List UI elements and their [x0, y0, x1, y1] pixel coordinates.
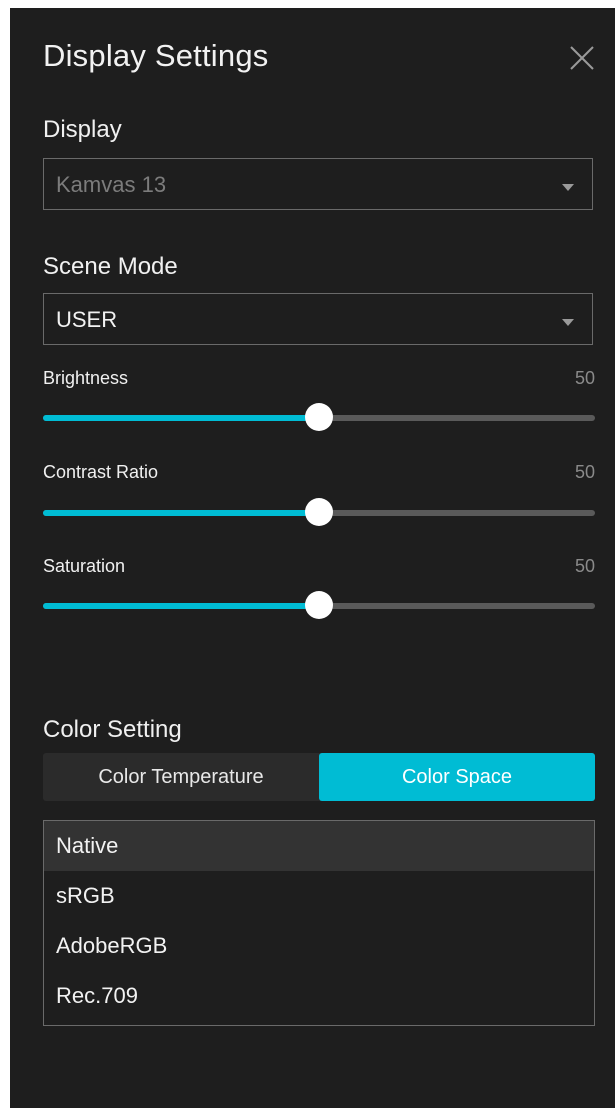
contrast-ratio-slider-fill [43, 510, 319, 516]
panel-title: Display Settings [43, 38, 269, 73]
saturation-slider-fill [43, 603, 319, 609]
display-select[interactable]: Kamvas 13 [43, 158, 593, 210]
saturation-slider-thumb[interactable] [305, 591, 333, 619]
color-space-option-adobergb[interactable]: AdobeRGB [44, 921, 594, 971]
display-label: Display [43, 116, 122, 143]
saturation-label: Saturation [43, 556, 126, 576]
saturation-slider[interactable] [43, 591, 595, 619]
color-space-option-rec709[interactable]: Rec.709 [44, 971, 594, 1021]
color-setting-label: Color Setting [43, 716, 182, 743]
display-select-value: Kamvas 13 [56, 172, 167, 197]
contrast-ratio-label: Contrast Ratio [43, 462, 159, 482]
saturation-value: 50 [574, 556, 595, 576]
display-settings-panel: Display Settings Display Kamvas 13 Scene… [10, 8, 615, 1108]
brightness-slider[interactable] [43, 403, 595, 431]
close-icon[interactable] [568, 44, 596, 72]
scene-mode-label: Scene Mode [43, 253, 178, 280]
brightness-label: Brightness [43, 368, 129, 388]
scene-mode-select-value: USER [56, 307, 118, 332]
color-space-option-srgb[interactable]: sRGB [44, 871, 594, 921]
color-space-list: Native sRGB AdobeRGB Rec.709 [43, 820, 595, 1026]
caret-down-icon [562, 179, 574, 197]
scene-mode-select[interactable]: USER [43, 293, 593, 345]
brightness-slider-thumb[interactable] [305, 403, 333, 431]
contrast-ratio-slider-thumb[interactable] [305, 498, 333, 526]
brightness-slider-fill [43, 415, 319, 421]
brightness-value: 50 [574, 368, 595, 388]
tab-color-space[interactable]: Color Space [319, 753, 595, 801]
color-space-option-native[interactable]: Native [44, 821, 594, 871]
contrast-ratio-value: 50 [574, 462, 595, 482]
tab-color-temperature[interactable]: Color Temperature [43, 753, 319, 801]
contrast-ratio-slider[interactable] [43, 498, 595, 526]
caret-down-icon [562, 314, 574, 332]
color-setting-tabs: Color Temperature Color Space [43, 753, 595, 801]
